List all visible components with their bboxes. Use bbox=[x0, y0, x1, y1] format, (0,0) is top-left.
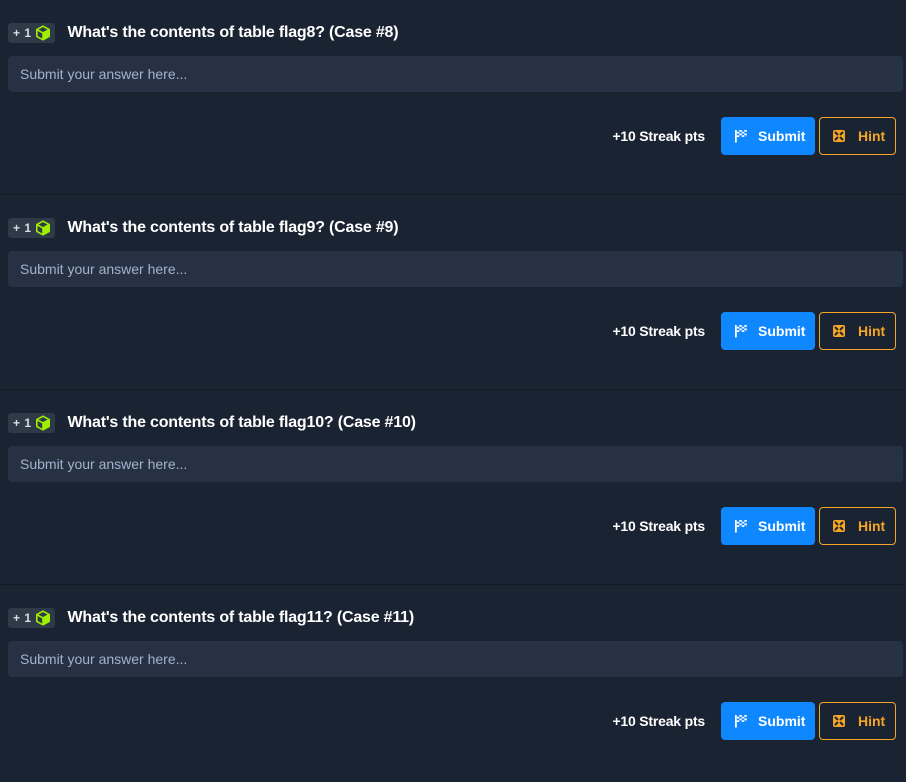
points-badge: + 1 bbox=[8, 23, 55, 43]
streak-points-label: +10 Streak pts bbox=[612, 323, 705, 339]
question-card: + 1 What's the contents of table flag9? … bbox=[0, 195, 906, 390]
cube-icon bbox=[35, 610, 50, 626]
question-list: + 1 What's the contents of table flag8? … bbox=[0, 0, 906, 782]
hint-label: Hint bbox=[858, 323, 886, 339]
hint-button[interactable]: Hint bbox=[819, 117, 896, 155]
points-badge: + 1 bbox=[8, 413, 55, 433]
question-actions: +10 Streak pts Submit Hint bbox=[612, 117, 896, 155]
flag-icon bbox=[735, 715, 747, 728]
question-header: + 1 What's the contents of table flag8? … bbox=[8, 22, 399, 44]
submit-button[interactable]: Submit bbox=[721, 702, 815, 740]
streak-points-label: +10 Streak pts bbox=[612, 518, 705, 534]
hint-icon bbox=[833, 130, 845, 142]
streak-points-label: +10 Streak pts bbox=[612, 713, 705, 729]
question-title: What's the contents of table flag9? (Cas… bbox=[67, 219, 399, 236]
points-label: + 1 bbox=[13, 26, 32, 40]
flag-icon bbox=[735, 130, 747, 143]
cube-icon bbox=[35, 220, 50, 236]
question-card: + 1 What's the contents of table flag11?… bbox=[0, 585, 906, 780]
hint-button[interactable]: Hint bbox=[819, 702, 896, 740]
hint-icon bbox=[833, 520, 845, 532]
points-label: + 1 bbox=[13, 611, 32, 625]
points-badge: + 1 bbox=[8, 218, 55, 238]
points-label: + 1 bbox=[13, 416, 32, 430]
submit-label: Submit bbox=[758, 713, 806, 729]
submit-button[interactable]: Submit bbox=[721, 312, 815, 350]
question-header: + 1 What's the contents of table flag11?… bbox=[8, 607, 414, 629]
hint-icon bbox=[833, 325, 845, 337]
answer-input[interactable] bbox=[8, 446, 903, 482]
answer-input[interactable] bbox=[8, 251, 903, 287]
hint-label: Hint bbox=[858, 713, 886, 729]
hint-icon bbox=[833, 715, 845, 727]
question-card: + 1 What's the contents of table flag8? … bbox=[0, 0, 906, 195]
points-badge: + 1 bbox=[8, 608, 55, 628]
hint-label: Hint bbox=[858, 518, 886, 534]
submit-label: Submit bbox=[758, 128, 806, 144]
question-title: What's the contents of table flag11? (Ca… bbox=[67, 609, 415, 626]
question-actions: +10 Streak pts Submit Hint bbox=[612, 702, 896, 740]
submit-label: Submit bbox=[758, 323, 806, 339]
question-header: + 1 What's the contents of table flag9? … bbox=[8, 217, 399, 239]
flag-icon bbox=[735, 325, 747, 338]
submit-button[interactable]: Submit bbox=[721, 117, 815, 155]
cube-icon bbox=[35, 25, 50, 41]
hint-label: Hint bbox=[858, 128, 886, 144]
hint-button[interactable]: Hint bbox=[819, 312, 896, 350]
question-actions: +10 Streak pts Submit Hint bbox=[612, 507, 896, 545]
submit-label: Submit bbox=[758, 518, 806, 534]
points-label: + 1 bbox=[13, 221, 32, 235]
question-header: + 1 What's the contents of table flag10?… bbox=[8, 412, 416, 434]
question-title: What's the contents of table flag8? (Cas… bbox=[67, 24, 399, 41]
question-title: What's the contents of table flag10? (Ca… bbox=[67, 414, 416, 431]
hint-button[interactable]: Hint bbox=[819, 507, 896, 545]
question-card: + 1 What's the contents of table flag10?… bbox=[0, 390, 906, 585]
cube-icon bbox=[35, 415, 50, 431]
answer-input[interactable] bbox=[8, 641, 903, 677]
question-actions: +10 Streak pts Submit Hint bbox=[612, 312, 896, 350]
answer-input[interactable] bbox=[8, 56, 903, 92]
submit-button[interactable]: Submit bbox=[721, 507, 815, 545]
flag-icon bbox=[735, 520, 747, 533]
streak-points-label: +10 Streak pts bbox=[612, 128, 705, 144]
